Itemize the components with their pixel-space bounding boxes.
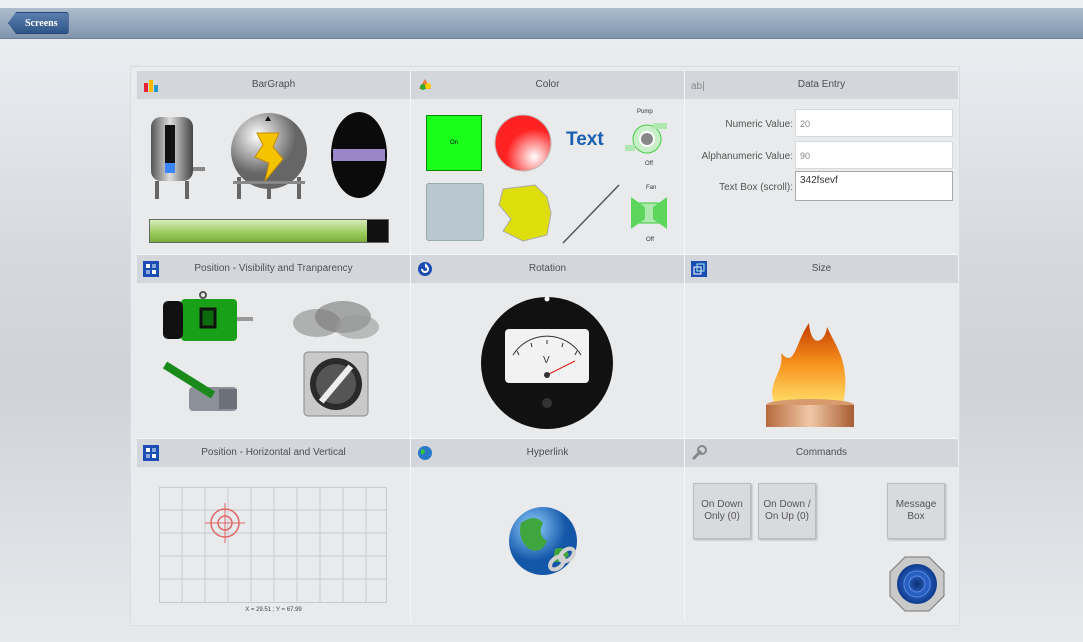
- level-ellipse-image: [331, 112, 387, 198]
- data-entry-panel: ab| Data Entry Numeric Value: 20 Alphanu…: [685, 71, 958, 254]
- valve-lever-image: [162, 361, 237, 411]
- svg-text:ab|: ab|: [691, 81, 705, 92]
- position-hv-panel: Position - Horizontal and Vertical X = 2…: [137, 439, 410, 623]
- data-entry-title: Data Entry: [797, 79, 846, 90]
- fan-label: Fan: [646, 185, 657, 191]
- top-toolbar: Screens: [0, 8, 1083, 39]
- paint-icon: [419, 79, 431, 90]
- rotation-header: Rotation: [411, 255, 684, 283]
- size-icon: [691, 261, 707, 277]
- position-hv-title: Position - Horizontal and Vertical: [201, 447, 346, 458]
- pump-label: Pump: [637, 109, 653, 115]
- checker-icon: [143, 261, 159, 277]
- position-visibility-header: Position - Visibility and Tranparency: [137, 255, 410, 283]
- horizontal-bargraph: [149, 219, 389, 243]
- numeric-input[interactable]: 20: [795, 109, 953, 137]
- message-box-button[interactable]: Message Box: [887, 483, 945, 539]
- bargraph-title: BarGraph: [251, 79, 296, 90]
- color-header: Color: [411, 71, 684, 99]
- tank-image: [151, 117, 205, 199]
- hyperlink-title: Hyperlink: [526, 447, 569, 458]
- gray-square: [426, 183, 484, 241]
- fan-state: Off: [646, 237, 654, 243]
- rotate-icon: [418, 262, 432, 276]
- pump-state: Off: [645, 161, 653, 167]
- on-down-only-label: On Down Only (0): [701, 499, 743, 522]
- position-visibility-title: Position - Visibility and Tranparency: [194, 263, 353, 274]
- color-title: Color: [535, 79, 560, 90]
- diagonal-line: [562, 184, 620, 244]
- on-label: On: [449, 140, 458, 146]
- globe-link-icon[interactable]: [507, 505, 583, 581]
- on-indicator-square[interactable]: On: [426, 115, 482, 171]
- sphere-tank-image: [231, 113, 307, 199]
- color-panel: Color On Text Pump Off Fan Off: [411, 71, 684, 254]
- bargraph-header: BarGraph: [137, 71, 410, 99]
- bargraph-fill: [150, 220, 367, 242]
- pump-icon[interactable]: [623, 119, 669, 159]
- rotation-title: Rotation: [528, 263, 567, 274]
- commands-icon: [691, 445, 707, 461]
- position-hv-header: Position - Horizontal and Vertical: [137, 439, 410, 467]
- commands-header: Commands: [685, 439, 958, 467]
- crosshair-target-icon[interactable]: [205, 503, 245, 543]
- commands-title: Commands: [795, 447, 848, 458]
- size-panel: Size: [685, 255, 958, 438]
- screens-back-button[interactable]: Screens: [8, 12, 69, 34]
- color-circle: [494, 114, 552, 172]
- coordinate-readout: X = 29.51 ; Y = 67.99: [245, 607, 302, 613]
- numeric-label: Numeric Value:: [725, 119, 793, 130]
- selector-switch-image[interactable]: [303, 351, 369, 417]
- globe-icon: [418, 446, 432, 460]
- textbox-label: Text Box (scroll):: [719, 182, 793, 193]
- position-visibility-panel: Position - Visibility and Tranparency: [137, 255, 410, 438]
- yellow-shape: [498, 184, 552, 242]
- alphanumeric-input[interactable]: 90: [795, 141, 953, 169]
- message-box-label: Message Box: [895, 499, 937, 522]
- textbox-scroll-input[interactable]: 342fsevf: [795, 171, 953, 201]
- rotation-panel: Rotation V: [411, 255, 684, 438]
- size-title: Size: [811, 263, 832, 274]
- push-button-icon[interactable]: [888, 555, 946, 613]
- bargraph-panel: BarGraph: [137, 71, 410, 254]
- voltmeter-gauge: V: [481, 296, 613, 429]
- motor-image: [163, 291, 253, 341]
- data-entry-header: ab| Data Entry: [685, 71, 958, 99]
- smoke-image: [293, 301, 379, 339]
- fire-image: [766, 323, 854, 427]
- fan-icon[interactable]: [629, 193, 669, 233]
- bargraph-icon: [144, 80, 158, 92]
- hyperlink-panel: Hyperlink: [411, 439, 684, 623]
- alphanumeric-label: Alphanumeric Value:: [701, 151, 793, 162]
- demo-panel: BarGraph Color On Text Pump Off Fan Off …: [130, 66, 960, 626]
- data-entry-icon: ab|: [691, 81, 705, 92]
- svg-text:V: V: [543, 355, 550, 366]
- size-header: Size: [685, 255, 958, 283]
- checker-icon: [143, 445, 159, 461]
- on-down-only-button[interactable]: On Down Only (0): [693, 483, 751, 539]
- color-text-label: Text: [566, 129, 604, 150]
- hyperlink-header: Hyperlink: [411, 439, 684, 467]
- position-grid[interactable]: [159, 487, 387, 603]
- commands-panel: Commands On Down Only (0) On Down / On U…: [685, 439, 958, 623]
- on-down-on-up-label: On Down / On Up (0): [763, 499, 811, 522]
- on-down-on-up-button[interactable]: On Down / On Up (0): [758, 483, 816, 539]
